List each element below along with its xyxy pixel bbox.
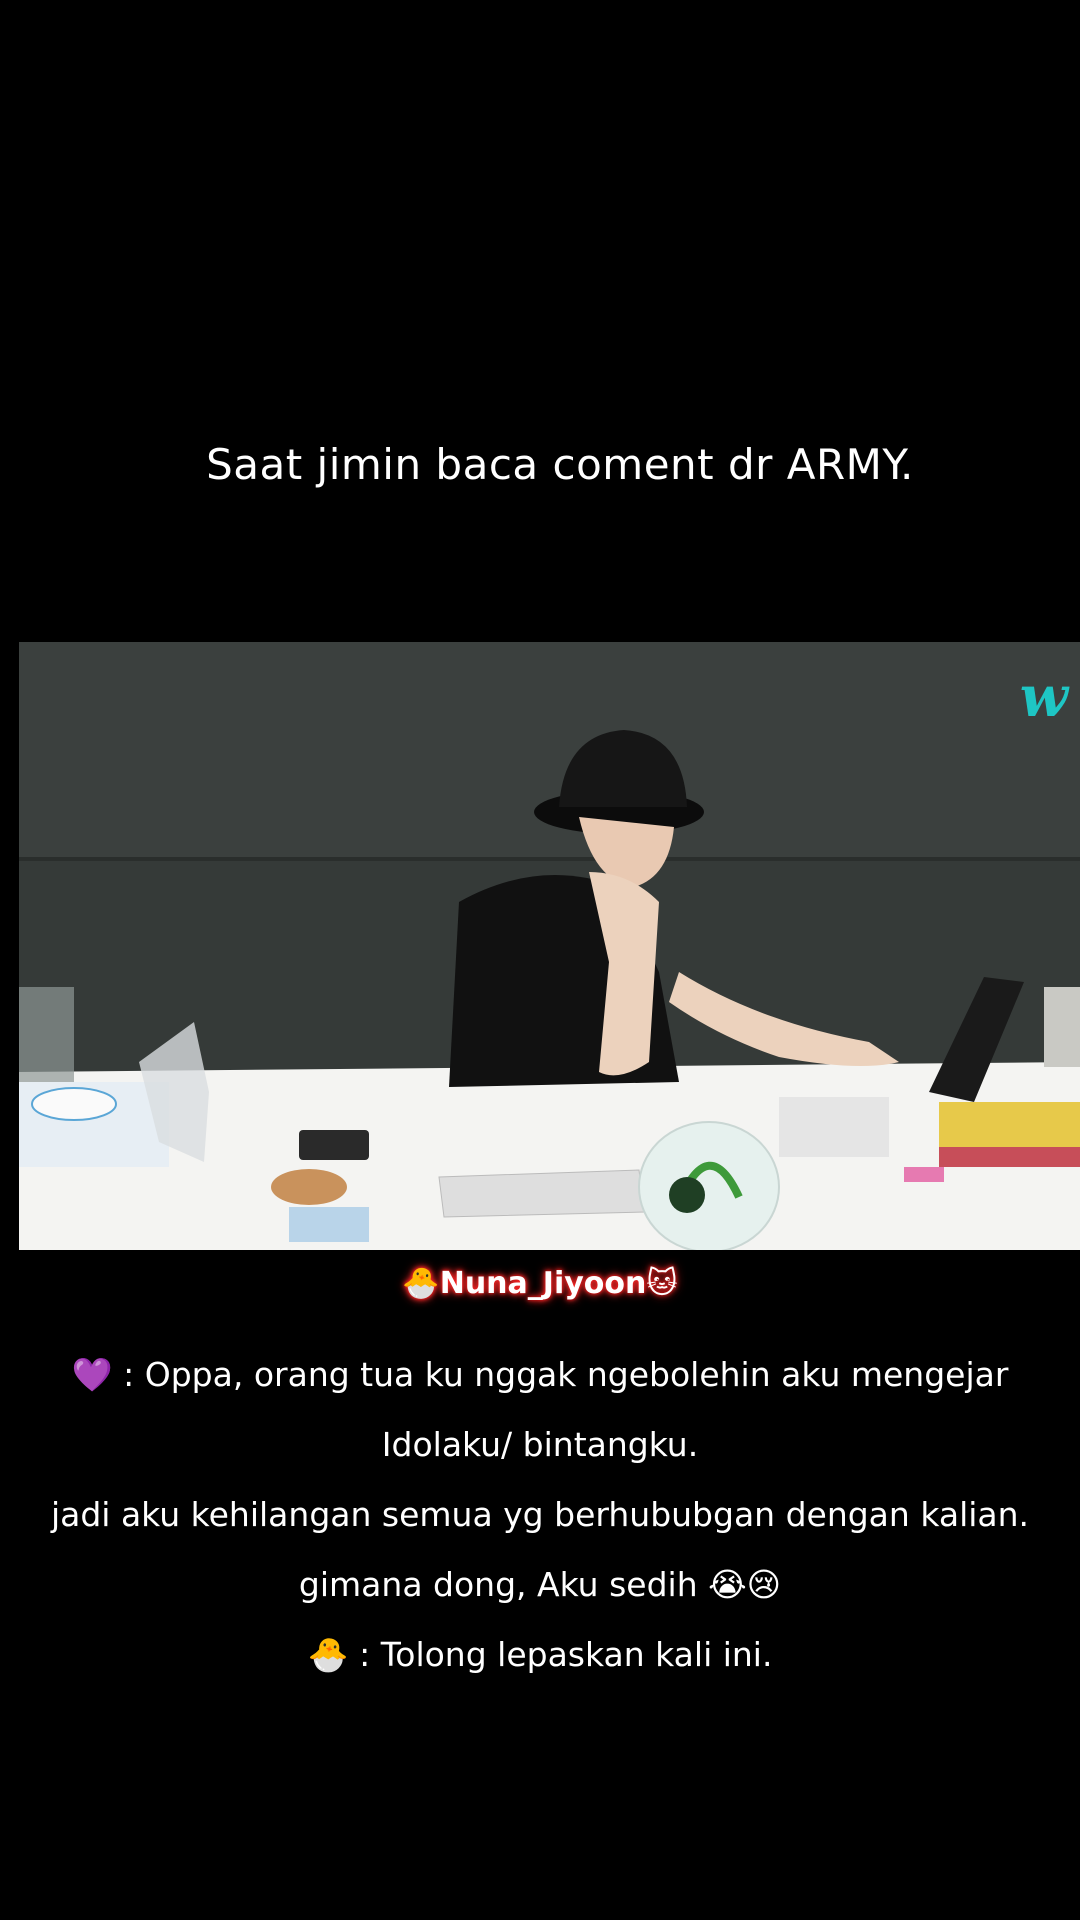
author-name: 🐣Nuna_Jiyoon🐱 [402,1266,678,1301]
comment-block: 💜 : Oppa, orang tua ku nggak ngebolehin … [0,1340,1080,1690]
comment-line: gimana dong, Aku sedih 😭😢 [298,1565,782,1604]
video-scene [19,642,1080,1250]
comment-line: 💜 : Oppa, orang tua ku nggak ngebolehin … [71,1355,1009,1394]
caption-top: Saat jimin baca coment dr ARMY. [206,440,914,489]
reply-line: 🐣 : Tolong lepaskan kali ini. [307,1635,773,1674]
video-frame[interactable]: w [19,642,1080,1250]
comment-line: jadi aku kehilangan semua yg berhububgan… [50,1495,1030,1534]
weverse-logo: w [1019,664,1068,730]
comment-line: Idolaku/ bintangku. [381,1425,699,1464]
